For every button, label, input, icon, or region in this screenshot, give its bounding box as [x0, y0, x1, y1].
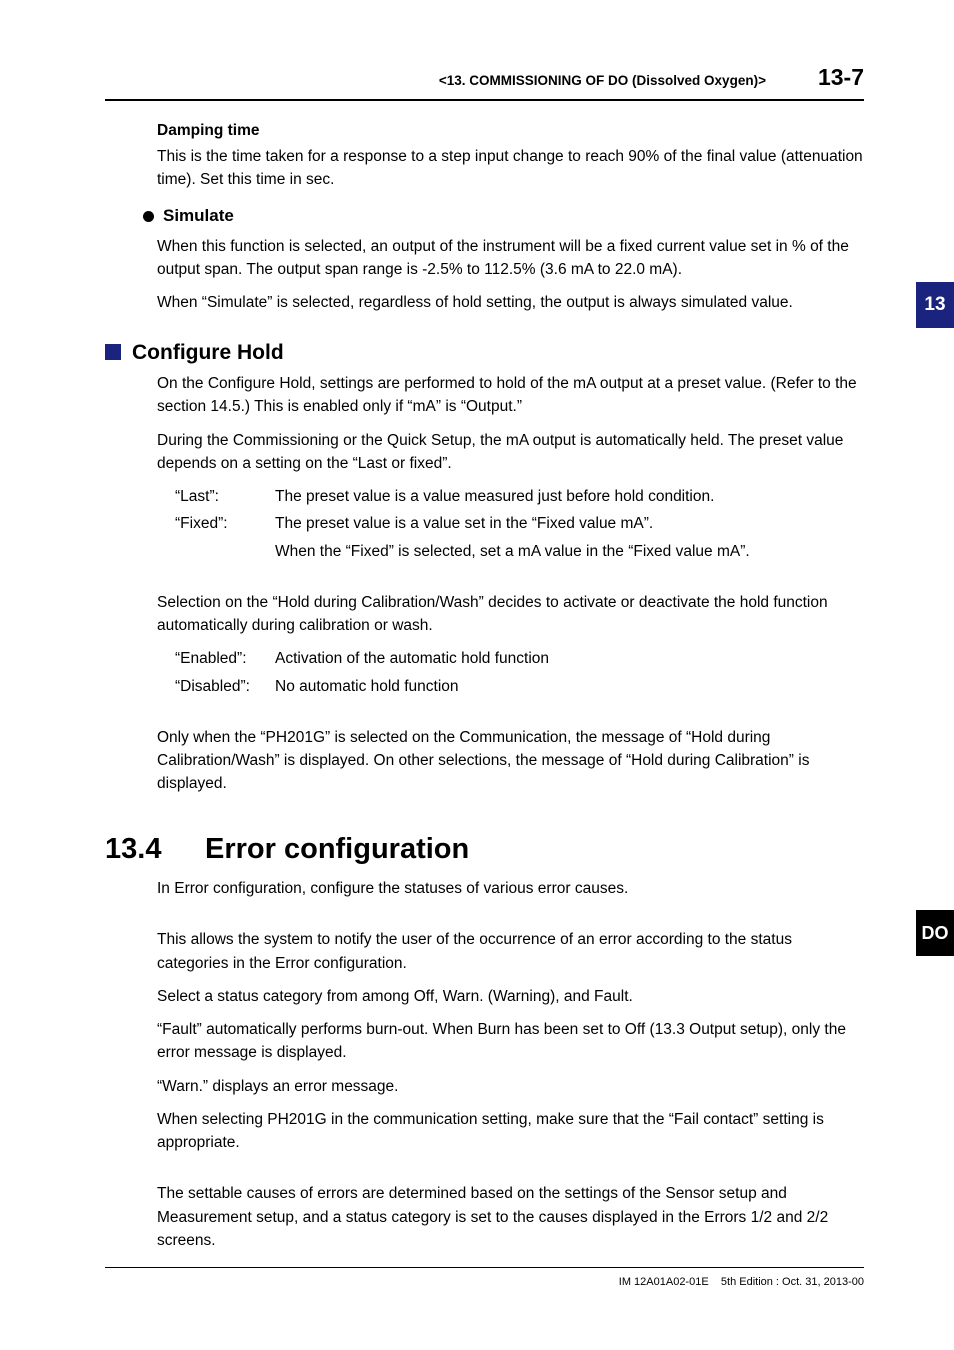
def-term-last: “Last”: [175, 485, 275, 508]
definition-list-enabled-disabled: “Enabled”: Activation of the automatic h… [175, 647, 864, 698]
heading-number: 13.4 [105, 828, 205, 872]
def-term-empty [175, 540, 275, 563]
heading-configure-hold-label: Configure Hold [132, 337, 284, 369]
para-ph201g-note: Only when the “PH201G” is selected on th… [157, 726, 864, 796]
para-error-1: In Error configuration, configure the st… [157, 877, 864, 900]
side-tab-chapter: 13 [916, 282, 954, 328]
para-error-6: When selecting PH201G in the communicati… [157, 1108, 864, 1155]
square-icon [105, 344, 121, 360]
para-error-5: “Warn.” displays an error message. [157, 1075, 864, 1098]
def-row-fixed: “Fixed”: The preset value is a value set… [175, 512, 864, 535]
header-chapter-title: <13. COMMISSIONING OF DO (Dissolved Oxyg… [439, 71, 766, 91]
heading-simulate-label: Simulate [163, 203, 234, 229]
para-error-4: “Fault” automatically performs burn-out.… [157, 1018, 864, 1065]
def-desc-last: The preset value is a value measured jus… [275, 485, 864, 508]
def-term-disabled: “Disabled”: [175, 675, 275, 698]
heading-error-configuration: 13.4 Error configuration [105, 828, 864, 872]
heading-simulate: Simulate [143, 203, 864, 229]
para-error-2: This allows the system to notify the use… [157, 928, 864, 975]
def-row-disabled: “Disabled”: No automatic hold function [175, 675, 864, 698]
header-page-number: 13-7 [818, 60, 864, 95]
para-hold-selection: Selection on the “Hold during Calibratio… [157, 591, 864, 638]
def-desc-fixed-2: When the “Fixed” is selected, set a mA v… [275, 540, 864, 563]
definition-list-last-fixed: “Last”: The preset value is a value meas… [175, 485, 864, 563]
para-simulate-1: When this function is selected, an outpu… [157, 235, 864, 282]
para-configure-hold-1: On the Configure Hold, settings are perf… [157, 372, 864, 419]
def-desc-fixed: The preset value is a value set in the “… [275, 512, 864, 535]
para-damping-time: This is the time taken for a response to… [157, 145, 864, 192]
para-error-7: The settable causes of errors are determ… [157, 1182, 864, 1252]
heading-title: Error configuration [205, 828, 469, 872]
para-simulate-2: When “Simulate” is selected, regardless … [157, 291, 864, 314]
page-footer: IM 12A01A02-01E 5th Edition : Oct. 31, 2… [105, 1267, 864, 1291]
page-header: <13. COMMISSIONING OF DO (Dissolved Oxyg… [105, 60, 864, 101]
def-desc-disabled: No automatic hold function [275, 675, 864, 698]
def-row-enabled: “Enabled”: Activation of the automatic h… [175, 647, 864, 670]
para-configure-hold-2: During the Commissioning or the Quick Se… [157, 429, 864, 476]
def-row-fixed-2: When the “Fixed” is selected, set a mA v… [175, 540, 864, 563]
bullet-icon [143, 211, 154, 222]
heading-configure-hold: Configure Hold [105, 337, 864, 369]
def-term-fixed: “Fixed”: [175, 512, 275, 535]
side-tab-do: DO [916, 910, 954, 956]
heading-damping-time: Damping time [157, 119, 864, 142]
def-term-enabled: “Enabled”: [175, 647, 275, 670]
def-row-last: “Last”: The preset value is a value meas… [175, 485, 864, 508]
def-desc-enabled: Activation of the automatic hold functio… [275, 647, 864, 670]
footer-text: IM 12A01A02-01E 5th Edition : Oct. 31, 2… [619, 1276, 864, 1288]
para-error-3: Select a status category from among Off,… [157, 985, 864, 1008]
